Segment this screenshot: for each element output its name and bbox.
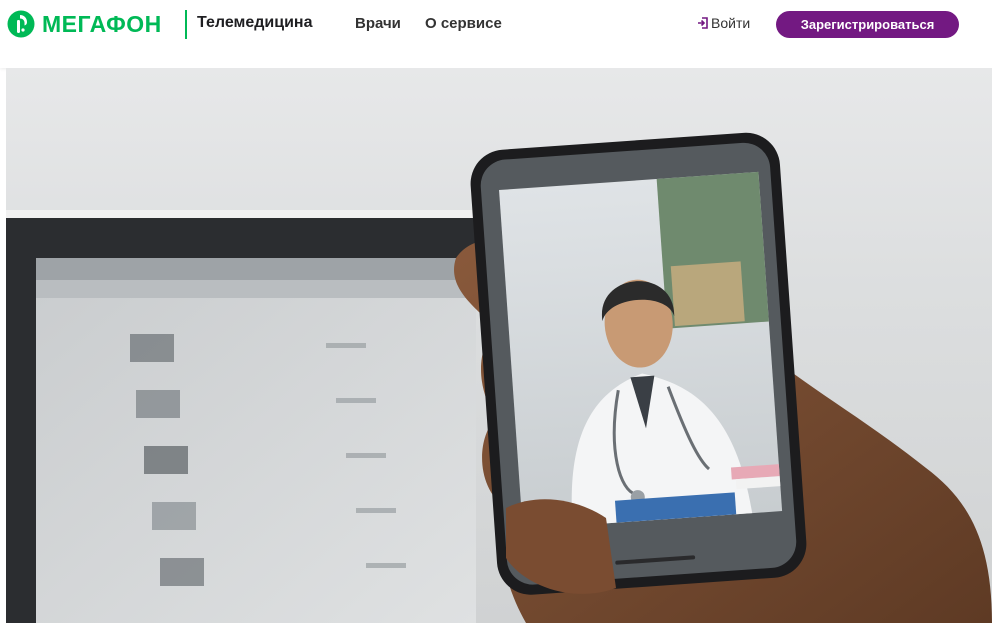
logo-divider	[185, 10, 187, 39]
login-link[interactable]: Войти	[697, 15, 750, 31]
login-icon	[698, 17, 708, 29]
hero-illustration	[6, 132, 992, 623]
nav-doctors[interactable]: Врачи	[355, 15, 401, 32]
site-header: МегаФон Телемедицина Врачи О сервисе Вой…	[0, 0, 992, 68]
register-button[interactable]: Зарегистрироваться	[776, 11, 959, 38]
nav-about-service[interactable]: О сервисе	[425, 15, 502, 32]
laptop-address-bar	[36, 280, 476, 298]
product-title[interactable]: Телемедицина	[197, 14, 312, 32]
hero-image	[6, 68, 992, 623]
laptop-screen	[36, 258, 476, 623]
login-label: Войти	[711, 15, 751, 31]
megafon-logo-icon	[7, 10, 35, 38]
laptop-browser-bar	[36, 258, 476, 280]
brand-name: МегаФон	[42, 10, 162, 37]
megafon-logo[interactable]: МегаФон	[7, 9, 162, 39]
laptop-top-edge	[6, 210, 486, 218]
